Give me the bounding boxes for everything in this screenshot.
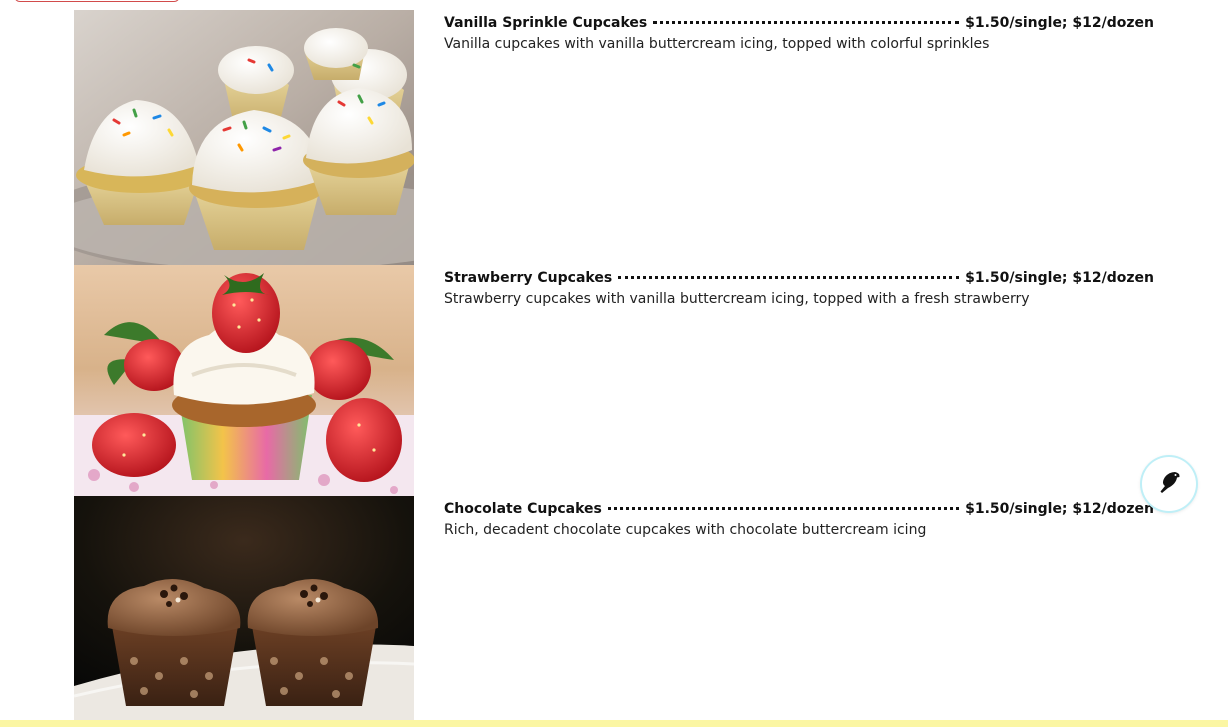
dot-leader [607, 507, 960, 510]
menu-item-price: $1.50/single; $12/dozen [965, 501, 1154, 517]
bird-icon [1156, 469, 1182, 499]
dot-leader [618, 276, 960, 279]
menu-item-vanilla: Vanilla Sprinkle Cupcakes $1.50/single; … [74, 10, 1164, 265]
menu-item-name: Vanilla Sprinkle Cupcakes [444, 15, 648, 31]
chocolate-cupcakes-photo [74, 496, 414, 720]
menu-item-title-row: Vanilla Sprinkle Cupcakes $1.50/single; … [444, 14, 1154, 32]
menu-item-strawberry: Strawberry Cupcakes $1.50/single; $12/do… [74, 265, 1164, 496]
menu-item-price: $1.50/single; $12/dozen [965, 270, 1154, 286]
vanilla-cupcakes-photo [74, 10, 414, 265]
menu-item-title-row: Strawberry Cupcakes $1.50/single; $12/do… [444, 269, 1154, 287]
menu-page: Vanilla Sprinkle Cupcakes $1.50/single; … [0, 0, 1228, 727]
strawberry-details: Strawberry Cupcakes $1.50/single; $12/do… [444, 269, 1154, 308]
strawberry-cupcake-photo [74, 265, 414, 496]
menu-item-description: Strawberry cupcakes with vanilla butterc… [444, 291, 1030, 307]
floating-chat-button[interactable] [1142, 457, 1196, 511]
menu-item-price: $1.50/single; $12/dozen [965, 15, 1154, 31]
menu-item-chocolate: Chocolate Cupcakes $1.50/single; $12/doz… [74, 496, 1164, 720]
vanilla-details: Vanilla Sprinkle Cupcakes $1.50/single; … [444, 14, 1154, 53]
menu-item-description: Vanilla cupcakes with vanilla buttercrea… [444, 36, 990, 52]
dot-leader [653, 21, 960, 24]
menu-item-description: Rich, decadent chocolate cupcakes with c… [444, 522, 927, 538]
chocolate-details: Chocolate Cupcakes $1.50/single; $12/doz… [444, 500, 1154, 539]
top-button-edge[interactable] [14, 0, 180, 2]
menu-item-title-row: Chocolate Cupcakes $1.50/single; $12/doz… [444, 500, 1154, 518]
bottom-highlight-bar [0, 720, 1228, 727]
menu-item-name: Strawberry Cupcakes [444, 270, 613, 286]
menu-item-name: Chocolate Cupcakes [444, 501, 602, 517]
